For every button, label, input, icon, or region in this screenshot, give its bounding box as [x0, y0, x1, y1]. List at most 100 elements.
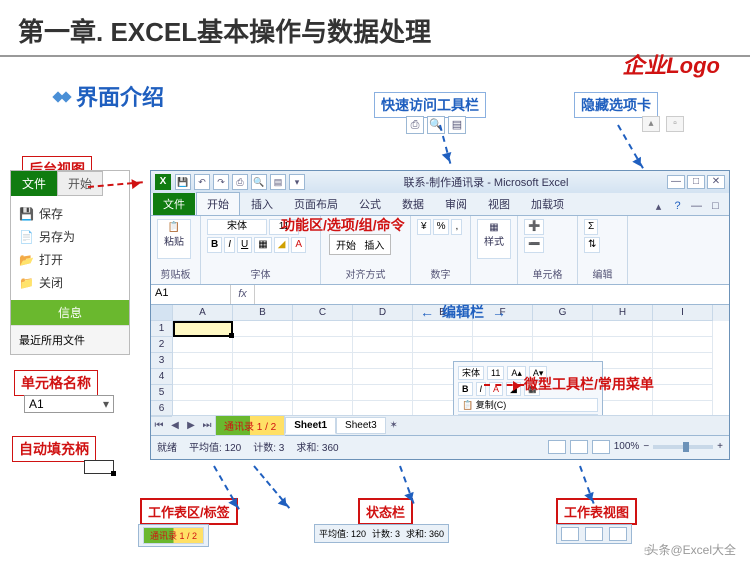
arrow — [617, 125, 644, 169]
backstage-recent[interactable]: 最近所用文件 — [11, 325, 129, 354]
close-button[interactable]: ✕ — [707, 175, 725, 189]
zoom-in-button[interactable]: + — [717, 441, 723, 452]
wnd-restore-icon[interactable]: □ — [708, 200, 723, 215]
underline-button[interactable]: U — [237, 237, 252, 253]
border-button[interactable]: ▦ — [254, 237, 271, 253]
row-header[interactable]: 6 — [151, 401, 172, 417]
mini-bold[interactable]: B — [458, 382, 473, 396]
delete-cell-button[interactable]: ➖ — [524, 237, 544, 253]
row-header[interactable]: 1 — [151, 321, 172, 337]
hide-tab-closeup: ▴ ▫ — [642, 116, 684, 132]
minimize-ribbon-icon[interactable]: ▴ — [642, 116, 660, 132]
sheet-tab-colored[interactable]: 通讯录 1 / 2 — [215, 415, 285, 436]
tab-data[interactable]: 数据 — [392, 193, 434, 215]
row-header[interactable]: 3 — [151, 353, 172, 369]
styles-button[interactable]: ▦样式 — [477, 219, 511, 259]
doc-icon[interactable]: ▤ — [270, 174, 286, 190]
comma-button[interactable]: , — [451, 219, 462, 235]
view-normal-button[interactable] — [548, 440, 566, 454]
selected-cell[interactable] — [173, 321, 233, 337]
group-cells: ➕ ➖ 单元格 — [518, 216, 578, 284]
tab-addin[interactable]: 加载项 — [521, 193, 574, 215]
autosum-button[interactable]: Σ — [584, 219, 598, 235]
tab-insert[interactable]: 插入 — [241, 193, 283, 215]
backstage-info[interactable]: 信息 — [11, 300, 129, 325]
minimize-ribbon-icon[interactable]: ▴ — [651, 200, 666, 215]
insert-cell-button[interactable]: ➕ — [524, 219, 544, 235]
undo-icon[interactable]: ↶ — [194, 174, 210, 190]
zoom-slider[interactable] — [653, 445, 713, 449]
backstage-save-as[interactable]: 📄另存为 — [11, 225, 129, 248]
row-header[interactable]: 4 — [151, 369, 172, 385]
status-closeup: 平均值: 120 计数: 3 求和: 360 — [314, 524, 449, 543]
print-icon[interactable]: ⎙ — [406, 116, 424, 134]
status-ready: 就绪 — [157, 439, 177, 454]
nav-prev-icon[interactable]: ◀ — [167, 420, 183, 431]
nav-first-icon[interactable]: ⏮ — [151, 420, 167, 431]
nav-last-icon[interactable]: ⏭ — [199, 420, 215, 431]
preview-icon[interactable]: 🔍 — [251, 174, 267, 190]
tab-view[interactable]: 视图 — [478, 193, 520, 215]
col-header[interactable]: I — [653, 305, 713, 321]
new-sheet-icon[interactable]: ✶ — [386, 420, 402, 431]
paste-button[interactable]: 📋粘贴 — [157, 219, 191, 259]
context-format[interactable]: 🔧 设置单元格 — [458, 414, 598, 415]
tab-formula[interactable]: 公式 — [349, 193, 391, 215]
sheet-tab-3[interactable]: Sheet3 — [336, 417, 386, 434]
redo-icon[interactable]: ↷ — [213, 174, 229, 190]
maximize-button[interactable]: □ — [687, 175, 705, 189]
font-name-select[interactable]: 宋体 — [207, 219, 267, 235]
minimize-button[interactable]: — — [667, 175, 685, 189]
col-header[interactable]: C — [293, 305, 353, 321]
bold-button[interactable]: B — [207, 237, 222, 253]
row-header[interactable]: 5 — [151, 385, 172, 401]
fillhandle-closeup — [84, 460, 114, 474]
tab-layout[interactable]: 页面布局 — [284, 193, 348, 215]
currency-button[interactable]: ¥ — [417, 219, 431, 235]
context-copy[interactable]: 📋 复制(C) — [458, 398, 598, 412]
percent-button[interactable]: % — [433, 219, 450, 235]
row-header[interactable]: 2 — [151, 337, 172, 353]
help-icon[interactable]: ? — [670, 200, 685, 215]
nav-next-icon[interactable]: ▶ — [183, 420, 199, 431]
name-box[interactable]: A1 — [151, 285, 231, 304]
fx-button[interactable]: fx — [231, 285, 255, 304]
fill-color-button[interactable]: ◢ — [274, 237, 290, 253]
doc-icon[interactable]: ▤ — [448, 116, 466, 134]
cells-area[interactable]: 宋体 11 A▴ A▾ B I A ◢ ▦ 📋 复制(C) 🔧 设置 — [173, 321, 729, 415]
select-all-corner[interactable] — [151, 305, 172, 321]
tab-file[interactable]: 文件 — [153, 193, 195, 215]
backstage-open[interactable]: 📂打开 — [11, 248, 129, 271]
namebox-closeup[interactable]: A1 — [24, 395, 114, 413]
backstage-tab-file[interactable]: 文件 — [11, 171, 57, 196]
backstage-save[interactable]: 💾保存 — [11, 202, 129, 225]
tab-home[interactable]: 开始 — [196, 192, 240, 215]
wnd-min-icon[interactable]: — — [689, 200, 704, 215]
callout-ribbon-cmd: 功能区/选项/组/命令 — [281, 215, 405, 235]
view-break-icon — [609, 527, 627, 541]
sort-button[interactable]: ⇅ — [584, 237, 600, 253]
col-header[interactable]: G — [533, 305, 593, 321]
company-logo: 企业Logo — [622, 48, 720, 80]
backstage-close[interactable]: 📁关闭 — [11, 271, 129, 294]
sheet-tab-1[interactable]: Sheet1 — [285, 417, 336, 434]
qat-more-icon[interactable]: ▾ — [289, 174, 305, 190]
col-header[interactable]: A — [173, 305, 233, 321]
col-header[interactable]: H — [593, 305, 653, 321]
mini-font[interactable]: 宋体 — [458, 366, 484, 380]
callout-fill-handle: 自动填充柄 — [12, 436, 96, 462]
italic-button[interactable]: I — [224, 237, 235, 253]
backstage-tab-start[interactable]: 开始 — [57, 171, 103, 196]
minimize-ribbon-alt-icon[interactable]: ▫ — [666, 116, 684, 132]
zoom-out-button[interactable]: − — [643, 441, 649, 452]
tab-review[interactable]: 审阅 — [435, 193, 477, 215]
print-icon[interactable]: ⎙ — [232, 174, 248, 190]
view-layout-button[interactable] — [570, 440, 588, 454]
mini-size[interactable]: 11 — [487, 366, 504, 380]
status-bar: 就绪 平均值: 120 计数: 3 求和: 360 100% − + — [151, 435, 729, 457]
view-break-button[interactable] — [592, 440, 610, 454]
save-icon[interactable]: 💾 — [175, 174, 191, 190]
col-header[interactable]: B — [233, 305, 293, 321]
font-color-button[interactable]: A — [291, 237, 306, 253]
col-header[interactable]: D — [353, 305, 413, 321]
